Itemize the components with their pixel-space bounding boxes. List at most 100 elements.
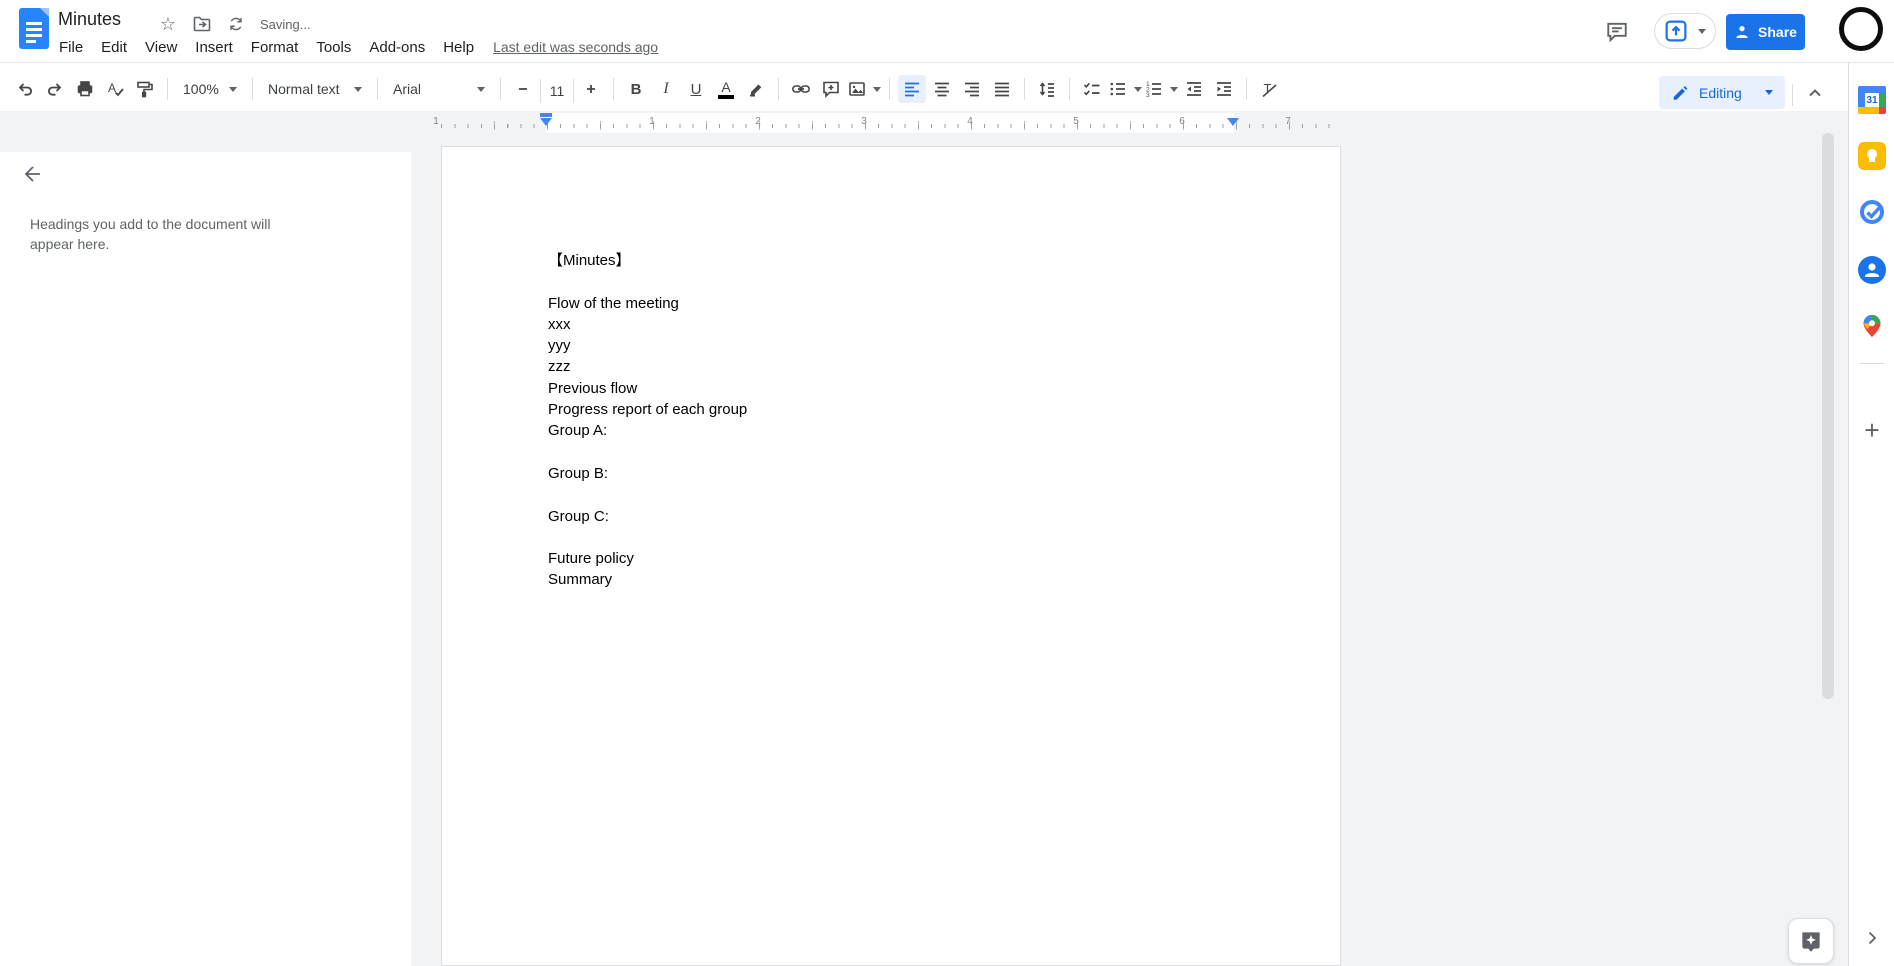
maps-icon[interactable] bbox=[1857, 311, 1887, 341]
doc-line[interactable]: Group A: bbox=[548, 420, 1260, 441]
document-page[interactable]: 【Minutes】 Flow of the meeting xxx yyy zzz Pr… bbox=[441, 146, 1341, 966]
editing-mode-select[interactable]: Editing bbox=[1659, 76, 1785, 109]
redo-button[interactable] bbox=[41, 75, 69, 103]
right-indent-marker[interactable] bbox=[1227, 118, 1239, 126]
italic-button[interactable]: I bbox=[652, 75, 680, 103]
svg-text:A: A bbox=[108, 81, 116, 95]
ruler: 1 1 2 3 4 5 6 7 bbox=[433, 113, 1342, 133]
last-edit-link[interactable]: Last edit was seconds ago bbox=[493, 39, 658, 55]
close-side-panel-button[interactable] bbox=[1857, 923, 1887, 953]
get-add-ons-button[interactable]: + bbox=[1857, 415, 1887, 445]
checklist-button[interactable] bbox=[1078, 75, 1106, 103]
menu-item[interactable]: Help bbox=[434, 36, 483, 59]
doc-line[interactable] bbox=[548, 527, 1260, 548]
explore-star-icon bbox=[1802, 932, 1820, 952]
hide-menus-button[interactable] bbox=[1800, 78, 1830, 108]
doc-line[interactable]: Future policy bbox=[548, 548, 1260, 569]
paragraph-style-select[interactable]: Normal text bbox=[262, 75, 368, 103]
text-color-swatch bbox=[718, 94, 734, 99]
align-right-button[interactable] bbox=[958, 75, 986, 103]
clear-formatting-button[interactable]: T bbox=[1255, 75, 1283, 103]
underline-button[interactable]: U bbox=[682, 75, 710, 103]
move-to-folder-icon[interactable] bbox=[190, 12, 214, 36]
align-justify-button[interactable] bbox=[988, 75, 1016, 103]
doc-line[interactable]: zzz bbox=[548, 356, 1260, 377]
doc-line[interactable]: xxx bbox=[548, 314, 1260, 335]
font-size-decrease-button[interactable] bbox=[509, 75, 537, 103]
undo-button[interactable] bbox=[11, 75, 39, 103]
menu-bar: File Edit View Insert Format Tools Add-ons Help… bbox=[50, 34, 658, 60]
font-family-select[interactable]: Arial bbox=[387, 75, 491, 103]
doc-line[interactable] bbox=[548, 484, 1260, 505]
doc-line[interactable]: Group B: bbox=[548, 463, 1260, 484]
chevron-down-icon bbox=[873, 86, 881, 92]
close-outline-button[interactable] bbox=[16, 158, 48, 190]
menu-item[interactable]: Edit bbox=[92, 36, 136, 59]
menu-item[interactable]: Format bbox=[242, 36, 308, 59]
left-indent-marker[interactable] bbox=[540, 118, 552, 126]
menu-item[interactable]: Tools bbox=[307, 36, 360, 59]
chevron-down-icon bbox=[229, 86, 237, 92]
toolbar-separator bbox=[1246, 78, 1247, 100]
doc-line[interactable]: 【Minutes】 bbox=[548, 250, 1260, 271]
numbered-list-button[interactable]: 1 2 3 bbox=[1144, 75, 1178, 103]
toolbar-separator bbox=[500, 78, 501, 100]
doc-line[interactable] bbox=[548, 442, 1260, 463]
doc-line[interactable]: Group C: bbox=[548, 506, 1260, 527]
paint-format-button[interactable] bbox=[131, 75, 159, 103]
ruler-inch-label: 3 bbox=[861, 116, 867, 127]
font-size-value[interactable]: 11 bbox=[540, 79, 574, 103]
vertical-scrollbar-thumb[interactable] bbox=[1822, 133, 1834, 699]
toolbar-separator bbox=[1792, 84, 1793, 106]
comment-history-icon[interactable] bbox=[1602, 17, 1632, 47]
tasks-icon[interactable] bbox=[1857, 197, 1887, 227]
doc-line[interactable]: Previous flow bbox=[548, 378, 1260, 399]
keep-icon[interactable] bbox=[1857, 141, 1887, 171]
document-title-input[interactable]: Minutes bbox=[58, 9, 121, 30]
share-button[interactable]: Share bbox=[1726, 14, 1805, 50]
chevron-down-icon bbox=[477, 86, 485, 92]
toolbar-separator bbox=[613, 78, 614, 100]
contacts-icon[interactable] bbox=[1857, 255, 1887, 285]
ruler-inch-label: 4 bbox=[967, 116, 973, 127]
highlight-color-button[interactable] bbox=[742, 75, 770, 103]
doc-line[interactable]: yyy bbox=[548, 335, 1260, 356]
logo-line bbox=[26, 40, 36, 43]
menu-item[interactable]: Add-ons bbox=[360, 36, 434, 59]
explore-button[interactable] bbox=[1788, 918, 1834, 964]
decrease-indent-button[interactable] bbox=[1180, 75, 1208, 103]
spelling-check-button[interactable]: A bbox=[101, 75, 129, 103]
align-left-button[interactable] bbox=[898, 75, 926, 103]
insert-link-button[interactable] bbox=[787, 75, 815, 103]
toolbar-separator bbox=[778, 78, 779, 100]
mode-cluster: Editing bbox=[1659, 76, 1830, 109]
menu-item[interactable]: File bbox=[50, 36, 92, 59]
font-size-increase-button[interactable] bbox=[577, 75, 605, 103]
add-comment-button[interactable] bbox=[817, 75, 845, 103]
bulleted-list-button[interactable] bbox=[1108, 75, 1142, 103]
insert-image-button[interactable] bbox=[847, 75, 881, 103]
text-color-button[interactable]: A bbox=[712, 75, 740, 103]
menu-item[interactable]: View bbox=[136, 36, 186, 59]
doc-line[interactable]: Summary bbox=[548, 569, 1260, 590]
doc-line[interactable]: Flow of the meeting bbox=[548, 293, 1260, 314]
doc-line[interactable]: Progress report of each group bbox=[548, 399, 1260, 420]
outline-panel: Headings you add to the document will ap… bbox=[0, 152, 411, 966]
title-actions: ☆ Saving... bbox=[156, 12, 311, 36]
account-avatar[interactable] bbox=[1839, 7, 1883, 51]
calendar-icon[interactable]: 31 bbox=[1857, 85, 1887, 115]
menu-item[interactable]: Insert bbox=[186, 36, 242, 59]
doc-line[interactable] bbox=[548, 271, 1260, 292]
print-button[interactable] bbox=[71, 75, 99, 103]
bold-button[interactable]: B bbox=[622, 75, 650, 103]
zoom-select[interactable]: 100% bbox=[177, 75, 243, 103]
toolbar-separator bbox=[1024, 78, 1025, 100]
star-icon[interactable]: ☆ bbox=[156, 12, 180, 36]
align-center-button[interactable] bbox=[928, 75, 956, 103]
present-to-meeting-button[interactable] bbox=[1654, 13, 1716, 49]
logo-line bbox=[26, 22, 42, 25]
google-docs-logo[interactable] bbox=[19, 8, 49, 49]
first-line-indent-marker[interactable] bbox=[540, 113, 552, 117]
line-spacing-button[interactable] bbox=[1033, 75, 1061, 103]
increase-indent-button[interactable] bbox=[1210, 75, 1238, 103]
